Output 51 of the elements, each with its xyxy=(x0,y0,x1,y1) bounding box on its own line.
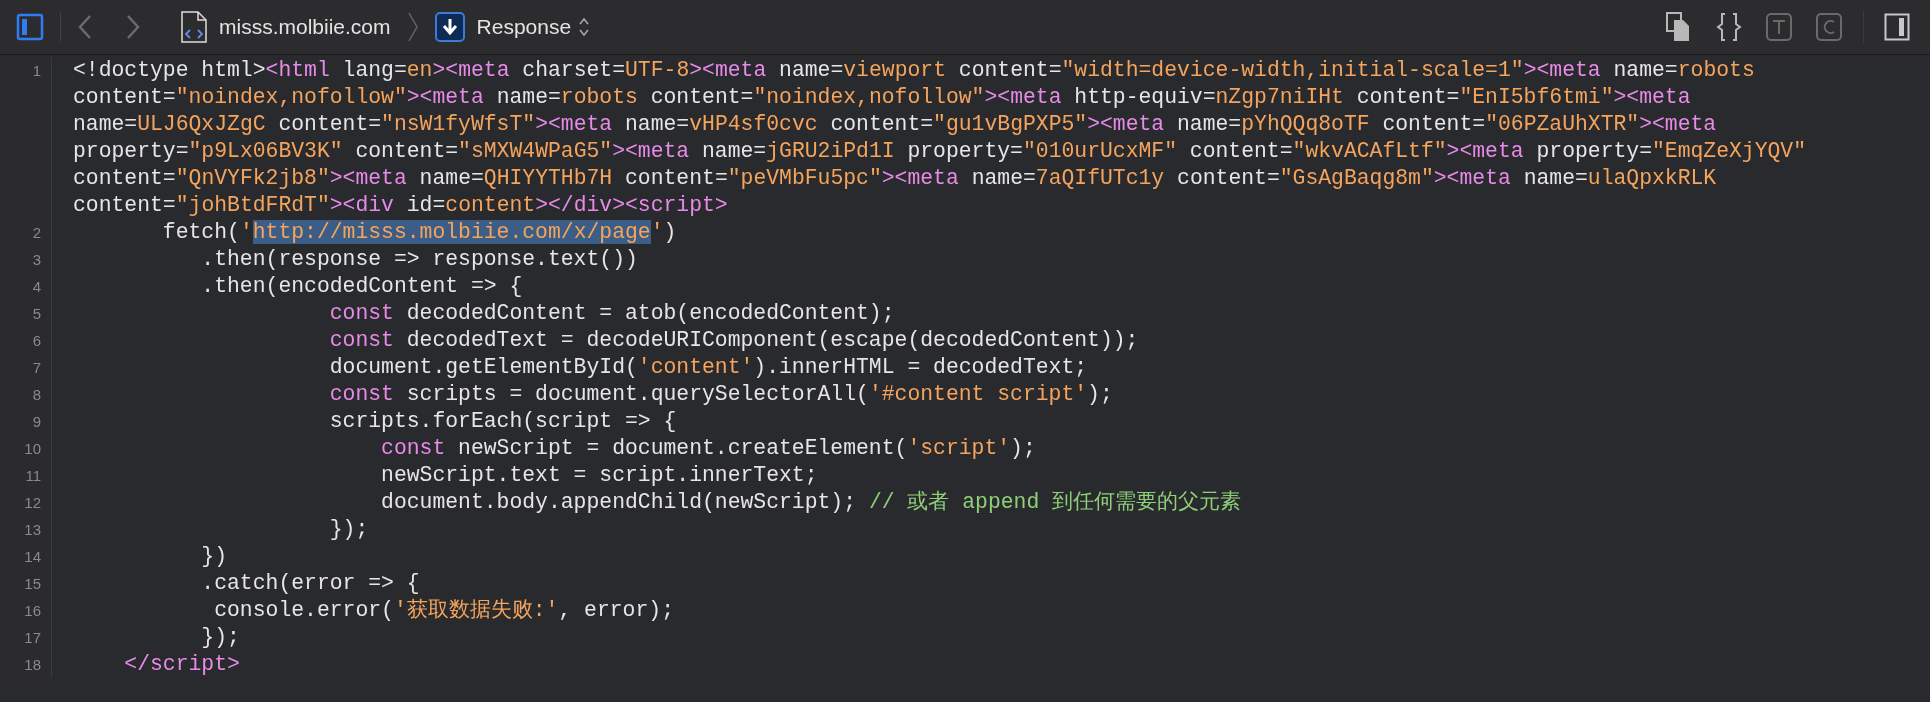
line-number: 12 xyxy=(24,494,41,511)
line-number: 10 xyxy=(24,440,41,457)
code-line: newScript.text = script.innerText; xyxy=(380,463,818,487)
breadcrumb-site[interactable]: misss.molbiie.com xyxy=(219,11,391,43)
breadcrumb-separator-icon xyxy=(406,12,419,42)
line-number: 7 xyxy=(32,359,41,376)
code-line: name=ULJ6QxJZgC content="nsW1fyWfsT"><meta name=vHP4sf0cvc content="gu1vBgPXP5"><meta name=pYhQQq8oTF content="06PZaUhXTR"><meta xyxy=(73,112,1717,136)
code-line: content="noindex,nofollow"><meta name=robots content="noindex,nofollow"><meta http-equiv=nZgp7niIHt content="EnI5bf6tmi"><meta xyxy=(73,85,1691,109)
code-line: property="p9Lx06BV3K" content="sMXW4WPaG5"><meta name=jGRU2iPd1I property="010urUcxMF" content="wkvACAfLtf"><meta property="EmqZeXjYQV" xyxy=(73,139,1807,163)
back-icon[interactable] xyxy=(77,14,93,40)
code-line: </script> xyxy=(123,652,240,676)
line-number: 15 xyxy=(24,575,41,592)
code-line: content="johBtdFRdT"><div id=content></div><script> xyxy=(73,193,728,217)
line-number: 1 xyxy=(32,62,41,79)
code-file-icon xyxy=(181,11,207,43)
code-line: const scripts = document.querySelectorAll('#content script'); xyxy=(328,382,1113,406)
code-line: const newScript = document.createElement('script'); xyxy=(380,436,1036,460)
code-line: content="QnVYFk2jb8"><meta name=QHIYYTHb7H content="peVMbFu5pc"><meta name=7aQIfUTc1y content="GsAgBaqg8m"><meta name=ulaQpxkRLK xyxy=(73,166,1717,190)
code-line: const decodedText = decodeURIComponent(escape(decodedContent)); xyxy=(328,328,1139,352)
line-number: 6 xyxy=(32,332,41,349)
code-line: console.error('获取数据失败:', error); xyxy=(213,598,674,622)
line-number: 16 xyxy=(24,602,41,619)
forward-icon[interactable] xyxy=(125,14,141,40)
line-number: 17 xyxy=(24,629,41,646)
line-number: 4 xyxy=(32,278,41,295)
line-number: 18 xyxy=(24,656,41,673)
code-line: const decodedContent = atob(encodedContent); xyxy=(328,301,895,325)
code-line: .then(encodedContent => { xyxy=(200,274,523,298)
code-line: }) xyxy=(200,544,228,568)
line-number: 2 xyxy=(32,224,41,241)
line-number: 13 xyxy=(24,521,41,538)
code-line: }); xyxy=(328,517,369,541)
code-line: scripts.forEach(script => { xyxy=(328,409,677,433)
resource-selector[interactable]: Response xyxy=(476,11,572,43)
up-down-chevron-icon[interactable] xyxy=(579,17,590,37)
line-number: 11 xyxy=(25,467,41,484)
code-line: document.getElementById('content').innerHTML = decodedText; xyxy=(328,355,1088,379)
left-sidebar-icon[interactable] xyxy=(16,13,44,41)
code-line: .catch(error => { xyxy=(200,571,420,595)
download-icon xyxy=(434,12,465,42)
code-line: }); xyxy=(200,625,240,649)
line-number: 3 xyxy=(32,251,41,268)
code-line: <!doctype html><html lang=en><meta charset=UTF-8><meta name=viewport content="width=device-width,initial-scale=1"><meta name=robots xyxy=(73,58,1755,82)
braces-icon[interactable] xyxy=(1715,11,1743,43)
line-number: 9 xyxy=(32,413,41,430)
right-sidebar-icon[interactable] xyxy=(1884,13,1910,41)
line-number: 8 xyxy=(32,386,41,403)
line-number: 14 xyxy=(24,548,41,565)
code-line: .then(response => response.text()) xyxy=(200,247,638,271)
line-number: 5 xyxy=(32,305,41,322)
code-line: document.body.appendChild(newScript); // 或者 append 到任何需要的父元素 xyxy=(380,490,1242,514)
